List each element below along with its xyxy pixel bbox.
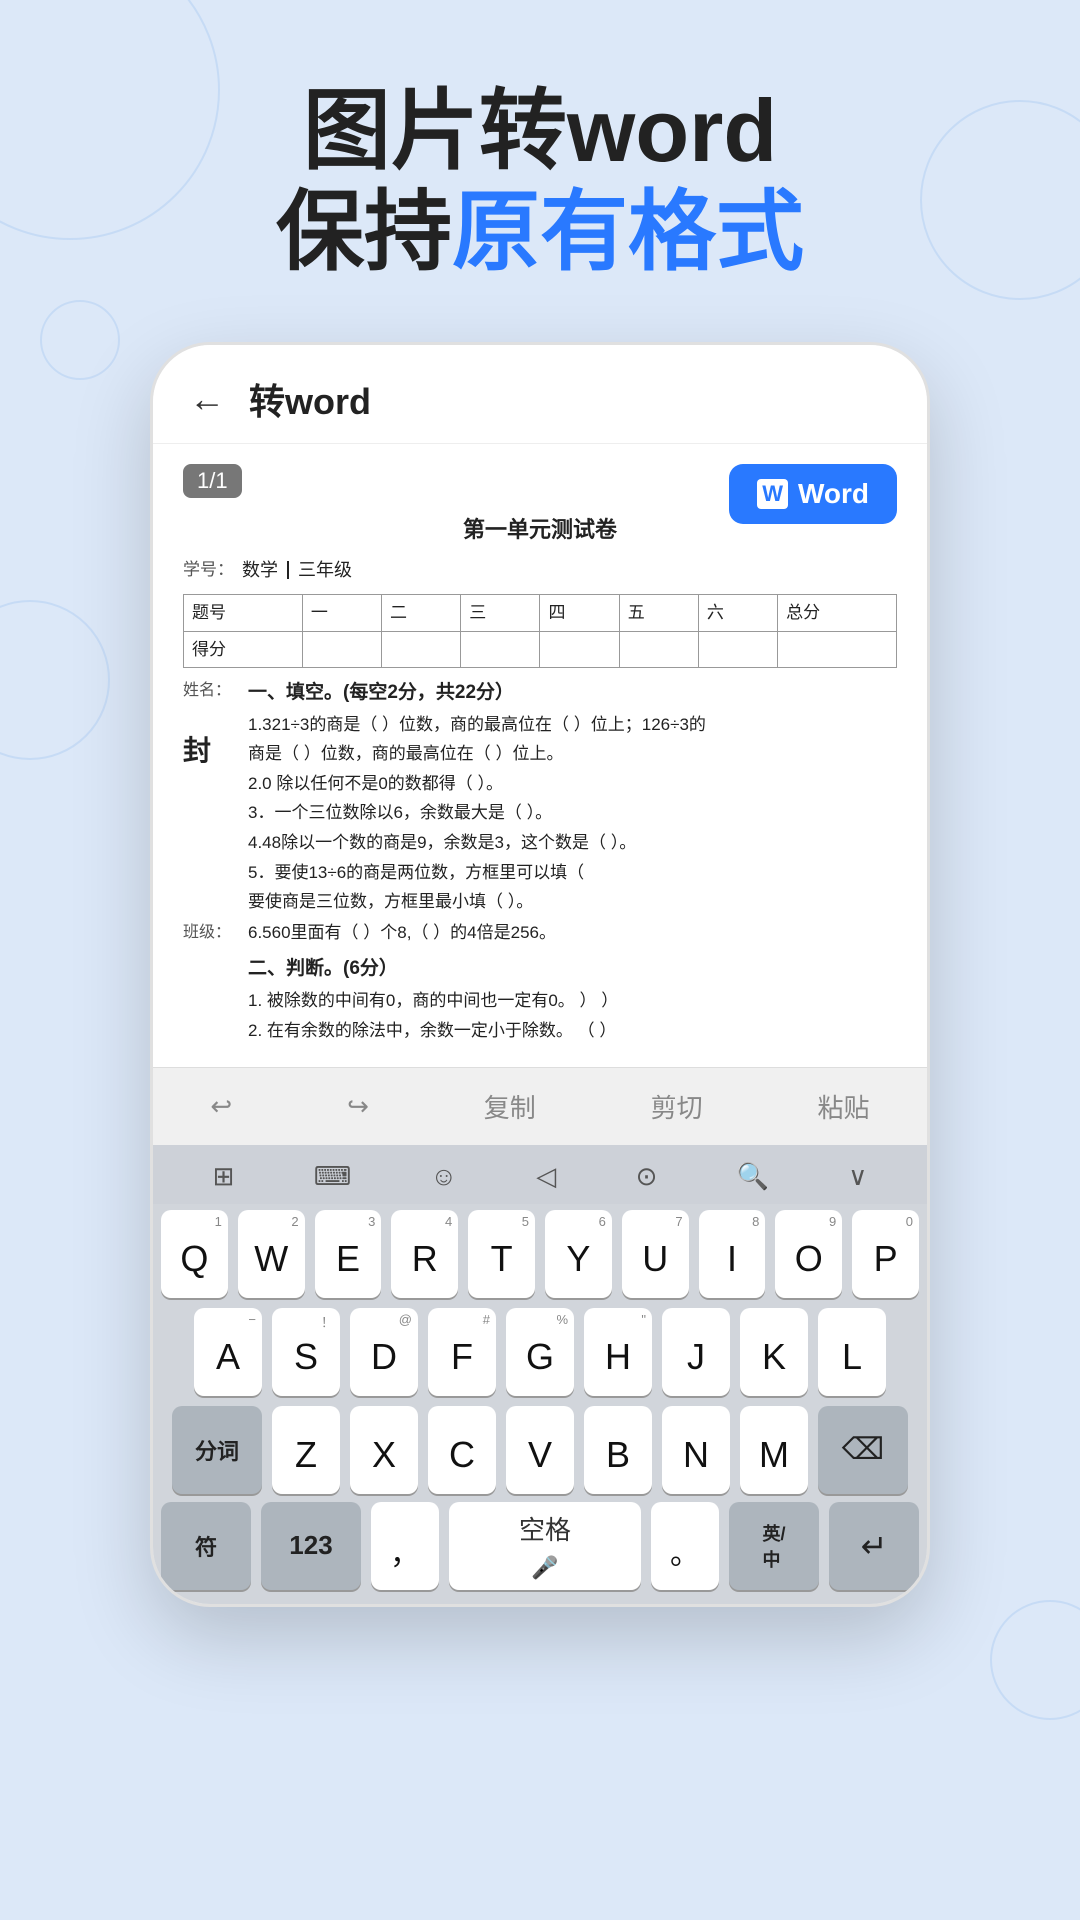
- keyboard-row-3: 分词 Z X C V B N M ⌫: [161, 1406, 919, 1494]
- subtitle-subject: 数学: [242, 556, 278, 585]
- doc-main-body2: 5．要使13÷6的商是两位数，方框里可以填（ 要使商是三位数，方框里最小填（ ）…: [248, 860, 897, 916]
- doc-subtitle: 学号： 数学 三年级: [183, 556, 897, 585]
- key-z[interactable]: Z: [272, 1406, 340, 1494]
- key-j[interactable]: J: [662, 1308, 730, 1396]
- class-label: 班级：: [183, 920, 231, 946]
- key-n[interactable]: N: [662, 1406, 730, 1494]
- doc-main-body3: 6.560里面有（ ）个8,（ ）的4倍是256。 二、判断。(6分） 1. 被…: [248, 920, 897, 1044]
- para-1b: 商是（ ）位数，商的最高位在（ ）位上。: [248, 741, 897, 767]
- key-w[interactable]: 2W: [238, 1210, 305, 1298]
- key-m[interactable]: M: [740, 1406, 808, 1494]
- key-r[interactable]: 4R: [391, 1210, 458, 1298]
- symbol-key[interactable]: 符: [161, 1502, 251, 1590]
- key-s[interactable]: ！S: [272, 1308, 340, 1396]
- backspace-key[interactable]: ⌫: [818, 1406, 908, 1494]
- lang-key[interactable]: 英/中: [729, 1502, 819, 1590]
- word-export-button[interactable]: W Word: [729, 464, 897, 524]
- subtitle-grade: 三年级: [298, 556, 352, 585]
- comma-key[interactable]: ，: [371, 1502, 439, 1590]
- paste-button[interactable]: 粘贴: [801, 1084, 885, 1129]
- phone-body: ← 转word 1/1 W Word 第一单元测试卷 学号： 数学: [150, 342, 930, 1607]
- key-p[interactable]: 0P: [852, 1210, 919, 1298]
- hero-line2-pre: 保持: [276, 182, 452, 281]
- keyboard-rows: 1Q 2W 3E 4R 5T 6Y 7U 8I 9O 0P −A ！S @D #…: [153, 1204, 927, 1498]
- key-h[interactable]: "H: [584, 1308, 652, 1396]
- key-b[interactable]: B: [584, 1406, 652, 1494]
- seal-label: 封: [183, 735, 211, 766]
- doc-body-wrapper2: 5．要使13÷6的商是两位数，方框里可以填（ 要使商是三位数，方框里最小填（ ）…: [183, 860, 897, 916]
- name-label: 姓名：封: [183, 678, 231, 774]
- key-k[interactable]: K: [740, 1308, 808, 1396]
- kb-link-icon[interactable]: ⊙: [626, 1157, 668, 1196]
- word-icon: W: [757, 479, 788, 509]
- score-table: 题号 一 二 三 四 五 六 总分 得分: [183, 594, 897, 667]
- keyboard-func-row: ⊞ ⌨ ☺ ◁ ⊙ 🔍 ∨: [153, 1145, 927, 1204]
- section2-header: 二、判断。(6分）: [248, 954, 897, 984]
- judge-1: 1. 被除数的中间有0，商的中间也一定有0。 ） ）: [248, 988, 897, 1014]
- para-5b: 要使商是三位数，方框里最小填（ ）。: [248, 889, 897, 915]
- topbar-title: 转word: [249, 373, 371, 425]
- kb-emoji-icon[interactable]: ☺: [420, 1157, 467, 1196]
- key-v[interactable]: V: [506, 1406, 574, 1494]
- para-6: 6.560里面有（ ）个8,（ ）的4倍是256。: [248, 920, 897, 946]
- hero-line2-highlight: 原有格式: [452, 182, 804, 281]
- doc-body-wrapper: 姓名：封 一、填空。(每空2分，共22分） 1.321÷3的商是（ ）位数，商的…: [183, 678, 897, 856]
- doc-body-wrapper3: 班级： 6.560里面有（ ）个8,（ ）的4倍是256。 二、判断。(6分） …: [183, 920, 897, 1044]
- key-c[interactable]: C: [428, 1406, 496, 1494]
- kb-voice-icon[interactable]: ◁: [526, 1157, 566, 1196]
- cut-button[interactable]: 剪切: [635, 1084, 719, 1129]
- phone-topbar: ← 转word: [153, 345, 927, 444]
- enter-key[interactable]: ↵: [829, 1502, 919, 1590]
- key-f[interactable]: #F: [428, 1308, 496, 1396]
- kb-search-icon[interactable]: 🔍: [727, 1157, 779, 1196]
- key-l[interactable]: L: [818, 1308, 886, 1396]
- key-a[interactable]: −A: [194, 1308, 262, 1396]
- para-4: 4.48除以一个数的商是9，余数是3，这个数是（ ）。: [248, 830, 897, 856]
- subtitle-label: 学号：: [183, 556, 234, 583]
- key-e[interactable]: 3E: [315, 1210, 382, 1298]
- key-y[interactable]: 6Y: [545, 1210, 612, 1298]
- space-key[interactable]: 空格 🎤: [449, 1502, 641, 1590]
- key-q[interactable]: 1Q: [161, 1210, 228, 1298]
- key-t[interactable]: 5T: [468, 1210, 535, 1298]
- para-2: 2.0 除以任何不是0的数都得（ ）。: [248, 771, 897, 797]
- kb-grid-icon[interactable]: ⊞: [203, 1157, 245, 1196]
- kb-collapse-icon[interactable]: ∨: [838, 1157, 877, 1196]
- key-o[interactable]: 9O: [775, 1210, 842, 1298]
- kb-keyboard-icon[interactable]: ⌨: [304, 1157, 362, 1196]
- key-u[interactable]: 7U: [622, 1210, 689, 1298]
- para-5a: 5．要使13÷6的商是两位数，方框里可以填（: [248, 860, 897, 886]
- back-button[interactable]: ←: [189, 378, 225, 420]
- judge-2: 2. 在有余数的除法中，余数一定小于除数。 （ ）: [248, 1018, 897, 1044]
- phone-mockup: ← 转word 1/1 W Word 第一单元测试卷 学号： 数学: [0, 342, 1080, 1607]
- undo-button[interactable]: ↩: [194, 1087, 248, 1126]
- para-3: 3．一个三位数除以6，余数最大是（ ）。: [248, 800, 897, 826]
- keyboard-row-1: 1Q 2W 3E 4R 5T 6Y 7U 8I 9O 0P: [161, 1210, 919, 1298]
- para-1a: 1.321÷3的商是（ ）位数，商的最高位在（ ）位上；126÷3的: [248, 712, 897, 738]
- edit-toolbar: ↩ ↪ 复制 剪切 粘贴: [153, 1067, 927, 1145]
- page-badge: 1/1: [183, 464, 242, 498]
- doc-main-body: 一、填空。(每空2分，共22分） 1.321÷3的商是（ ）位数，商的最高位在（…: [248, 678, 897, 856]
- document-content: 第一单元测试卷 学号： 数学 三年级 题号 一 二 三 四: [183, 512, 897, 1044]
- key-i[interactable]: 8I: [699, 1210, 766, 1298]
- text-cursor: [287, 561, 289, 579]
- document-area: 1/1 W Word 第一单元测试卷 学号： 数学 三年级: [153, 444, 927, 1067]
- key-d[interactable]: @D: [350, 1308, 418, 1396]
- period-key[interactable]: 。: [651, 1502, 719, 1590]
- num-key[interactable]: 123: [261, 1502, 361, 1590]
- keyboard-row-2: −A ！S @D #F %G "H J K L: [161, 1308, 919, 1396]
- copy-button[interactable]: 复制: [468, 1084, 552, 1129]
- keyboard: ⊞ ⌨ ☺ ◁ ⊙ 🔍 ∨ 1Q 2W 3E 4R 5T 6Y 7U 8I: [153, 1145, 927, 1604]
- redo-button[interactable]: ↪: [331, 1087, 385, 1126]
- shift-key[interactable]: 分词: [172, 1406, 262, 1494]
- key-g[interactable]: %G: [506, 1308, 574, 1396]
- section1-header: 一、填空。(每空2分，共22分）: [248, 678, 897, 708]
- key-x[interactable]: X: [350, 1406, 418, 1494]
- keyboard-bottom-row: 符 123 ， 空格 🎤 。 英/中 ↵: [153, 1498, 927, 1604]
